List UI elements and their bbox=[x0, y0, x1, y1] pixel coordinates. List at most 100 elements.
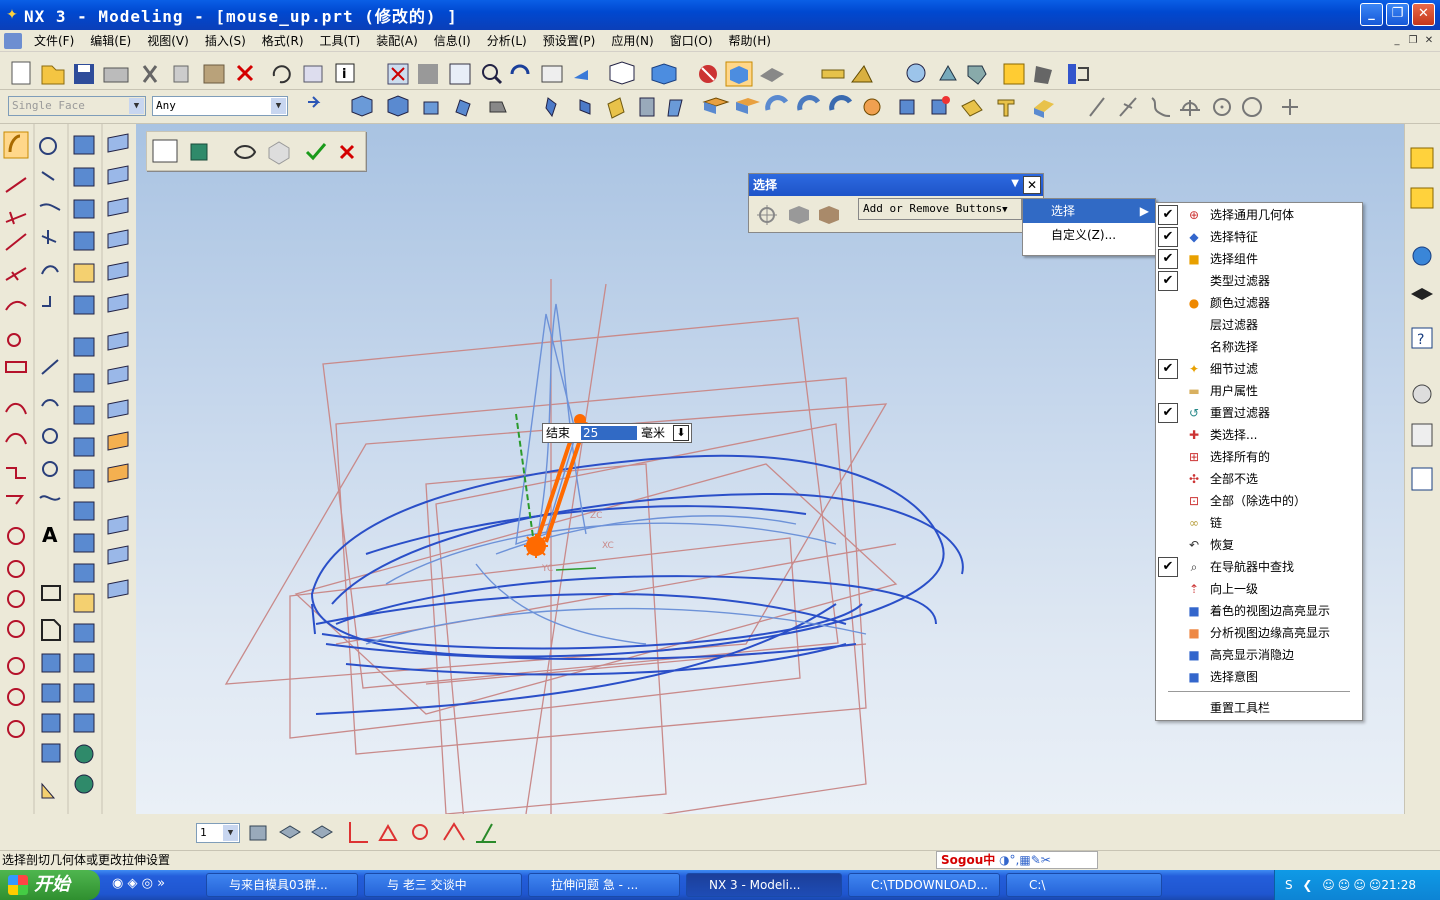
tray-icons[interactable]: S ❮ ☺☺☺☺ bbox=[1285, 870, 1384, 900]
utility-toolbar-icons[interactable] bbox=[244, 814, 524, 850]
menu-item-navigator-find[interactable]: ✔ ⌕ 在导航器中查找 bbox=[1156, 556, 1362, 578]
svg-text:YC: YC bbox=[541, 564, 553, 574]
start-label: 开始 bbox=[34, 874, 70, 895]
menu-bar: 文件(F) 编辑(E) 视图(V) 插入(S) 格式(R) 工具(T) 装配(A… bbox=[0, 30, 1440, 52]
minimize-button[interactable]: _ bbox=[1360, 3, 1383, 26]
menu-format[interactable]: 格式(R) bbox=[254, 32, 312, 49]
check-icon: ✔ bbox=[1158, 205, 1178, 225]
select-face-icon[interactable] bbox=[190, 143, 208, 161]
menu-item-name-select[interactable]: 名称选择 bbox=[1156, 336, 1362, 358]
submenu-select[interactable]: 选择 ▶ bbox=[1023, 199, 1155, 223]
arrow-down-icon[interactable]: ⬇ bbox=[673, 425, 689, 441]
task-browser[interactable]: 拉伸问题 急 - ... bbox=[528, 873, 680, 897]
type-filter-combo[interactable]: Single Face ▼ bbox=[8, 96, 146, 116]
menu-window[interactable]: 窗口(O) bbox=[662, 32, 721, 49]
standard-toolbar-icons[interactable]: i bbox=[0, 56, 1120, 90]
start-button[interactable]: 开始 bbox=[0, 870, 100, 900]
menu-item-restore[interactable]: ↶ 恢复 bbox=[1156, 534, 1362, 556]
menu-insert[interactable]: 插入(S) bbox=[197, 32, 254, 49]
nx-logo-icon: ✦ bbox=[6, 7, 18, 23]
menu-item-feature[interactable]: ✔ ◆ 选择特征 bbox=[1156, 226, 1362, 248]
ime-toolbar[interactable]: Sogou中 ◑°,▦✎✂ bbox=[936, 851, 1098, 869]
sketch-section-icon[interactable] bbox=[152, 139, 178, 163]
menu-separator bbox=[1168, 691, 1350, 692]
menu-item-type-filter[interactable]: ✔ 类型过滤器 bbox=[1156, 270, 1362, 292]
menu-item-layer-filter[interactable]: 层过滤器 bbox=[1156, 314, 1362, 336]
menu-item-reset-filter[interactable]: ✔ ↺ 重置过滤器 bbox=[1156, 402, 1362, 424]
chevron-down-icon[interactable]: ▼ bbox=[1011, 178, 1019, 189]
navigator-find-icon: ⌕ bbox=[1190, 560, 1198, 574]
chevron-down-icon: ▼ bbox=[223, 825, 238, 841]
end-value-input[interactable]: 25 bbox=[581, 426, 637, 440]
menu-item-deselect-all[interactable]: ✣ 全部不选 bbox=[1156, 468, 1362, 490]
cancel-x-icon[interactable] bbox=[339, 144, 355, 160]
menu-help[interactable]: 帮助(H) bbox=[721, 32, 779, 49]
clock: 21:28 bbox=[1381, 878, 1416, 892]
menu-item-class-select[interactable]: ✚ 类选择... bbox=[1156, 424, 1362, 446]
task-nx[interactable]: NX 3 - Modeli... bbox=[686, 873, 842, 897]
menu-file[interactable]: 文件(F) bbox=[26, 32, 82, 49]
menu-item-intent[interactable]: ■ 选择意图 bbox=[1156, 666, 1362, 688]
work-layer-value: 1 bbox=[200, 826, 207, 839]
close-icon[interactable]: ✕ bbox=[1023, 176, 1041, 194]
scope-combo[interactable]: Any ▼ bbox=[152, 96, 288, 116]
menu-item-select-all[interactable]: ⊞ 选择所有的 bbox=[1156, 446, 1362, 468]
add-remove-label: Add or Remove Buttons bbox=[863, 202, 1003, 215]
menu-item-hidden-edge[interactable]: ■ 高亮显示消隐边 bbox=[1156, 644, 1362, 666]
menu-item-color-filter[interactable]: ● 颜色过滤器 bbox=[1156, 292, 1362, 314]
svg-text:i: i bbox=[342, 67, 346, 82]
restore-icon: ↶ bbox=[1188, 538, 1200, 552]
menu-item-detail-filter[interactable]: ✔ ✦ 细节过滤 bbox=[1156, 358, 1362, 380]
menu-view[interactable]: 视图(V) bbox=[139, 32, 197, 49]
menu-item-shaded-edge[interactable]: ■ 着色的视图边高亮显示 bbox=[1156, 600, 1362, 622]
chain-icon: ∞ bbox=[1189, 516, 1199, 530]
reset-icon: ↺ bbox=[1188, 406, 1200, 420]
svg-text:?: ? bbox=[1417, 332, 1424, 348]
body-select-icon[interactable] bbox=[268, 141, 290, 165]
select-all-icon: ⊞ bbox=[1188, 450, 1200, 464]
menu-info[interactable]: 信息(I) bbox=[426, 32, 479, 49]
task-chat[interactable]: 与 老三 交谈中 bbox=[364, 873, 522, 897]
close-button[interactable]: ✕ bbox=[1412, 3, 1435, 26]
shaded-edge-icon: ■ bbox=[1188, 604, 1200, 618]
menu-item-reset-toolbar[interactable]: 重置工具栏 bbox=[1156, 697, 1362, 719]
ime-label: Sogou中 bbox=[941, 853, 996, 867]
mdi-minimize-button[interactable]: _ bbox=[1390, 34, 1404, 47]
maximize-button[interactable]: ❐ bbox=[1386, 3, 1409, 26]
chevron-down-icon: ▼ bbox=[271, 98, 286, 114]
menu-item-up-level[interactable]: ⇡ 向上一级 bbox=[1156, 578, 1362, 600]
menu-item-select-inverse[interactable]: ⊡ 全部（除选中的） bbox=[1156, 490, 1362, 512]
submenu-customize[interactable]: 自定义(Z)... bbox=[1023, 223, 1155, 247]
task-c-drive[interactable]: C:\ bbox=[1006, 873, 1162, 897]
title-bar: ✦ NX 3 - Modeling - [mouse_up.prt (修改的) … bbox=[0, 0, 1440, 30]
menu-analysis[interactable]: 分析(L) bbox=[479, 32, 535, 49]
mdi-restore-button[interactable]: ❐ bbox=[1406, 34, 1420, 47]
menu-edit[interactable]: 编辑(E) bbox=[82, 32, 139, 49]
menu-item-chain[interactable]: ∞ 链 bbox=[1156, 512, 1362, 534]
task-download-folder[interactable]: C:\TDDOWNLOAD... bbox=[848, 873, 1000, 897]
left-toolbar-icons[interactable]: A bbox=[0, 124, 136, 814]
menu-tools[interactable]: 工具(T) bbox=[312, 32, 369, 49]
menu-preferences[interactable]: 预设置(P) bbox=[535, 32, 604, 49]
menu-assembly[interactable]: 装配(A) bbox=[368, 32, 426, 49]
svg-text:A: A bbox=[42, 523, 58, 547]
curve-select-icon[interactable] bbox=[233, 145, 257, 159]
select-toolbar-buttons-menu: ✔ ⊕ 选择通用几何体 ✔ ◆ 选择特征 ✔ ■ 选择组件 ✔ 类型过滤器 ● 颜色过滤器 层过… bbox=[1155, 202, 1363, 721]
menu-item-user-attr[interactable]: ▬ 用户属性 bbox=[1156, 380, 1362, 402]
menu-item-component[interactable]: ✔ ■ 选择组件 bbox=[1156, 248, 1362, 270]
crosshair-icon: ⊕ bbox=[1188, 208, 1200, 222]
add-remove-buttons[interactable]: Add or Remove Buttons▼ bbox=[858, 198, 1022, 220]
intent-icon: ■ bbox=[1188, 670, 1200, 684]
task-qq-group[interactable]: 与来自模具03群... bbox=[206, 873, 358, 897]
ok-check-icon[interactable] bbox=[305, 143, 327, 161]
analysis-edge-icon: ■ bbox=[1188, 626, 1200, 640]
menu-item-analysis-edge[interactable]: ■ 分析视图边缘高亮显示 bbox=[1156, 622, 1362, 644]
check-icon: ✔ bbox=[1158, 557, 1178, 577]
work-layer-combo[interactable]: 1 ▼ bbox=[196, 823, 240, 843]
resource-bar-icons[interactable]: ? bbox=[1405, 124, 1440, 524]
quick-launch[interactable]: ◉ ◈ ◎ » bbox=[112, 876, 192, 894]
mdi-close-button[interactable]: ✕ bbox=[1422, 34, 1436, 47]
menu-application[interactable]: 应用(N) bbox=[603, 32, 661, 49]
menu-item-general[interactable]: ✔ ⊕ 选择通用几何体 bbox=[1156, 204, 1362, 226]
selection-toolbar-icons[interactable] bbox=[290, 90, 1440, 124]
